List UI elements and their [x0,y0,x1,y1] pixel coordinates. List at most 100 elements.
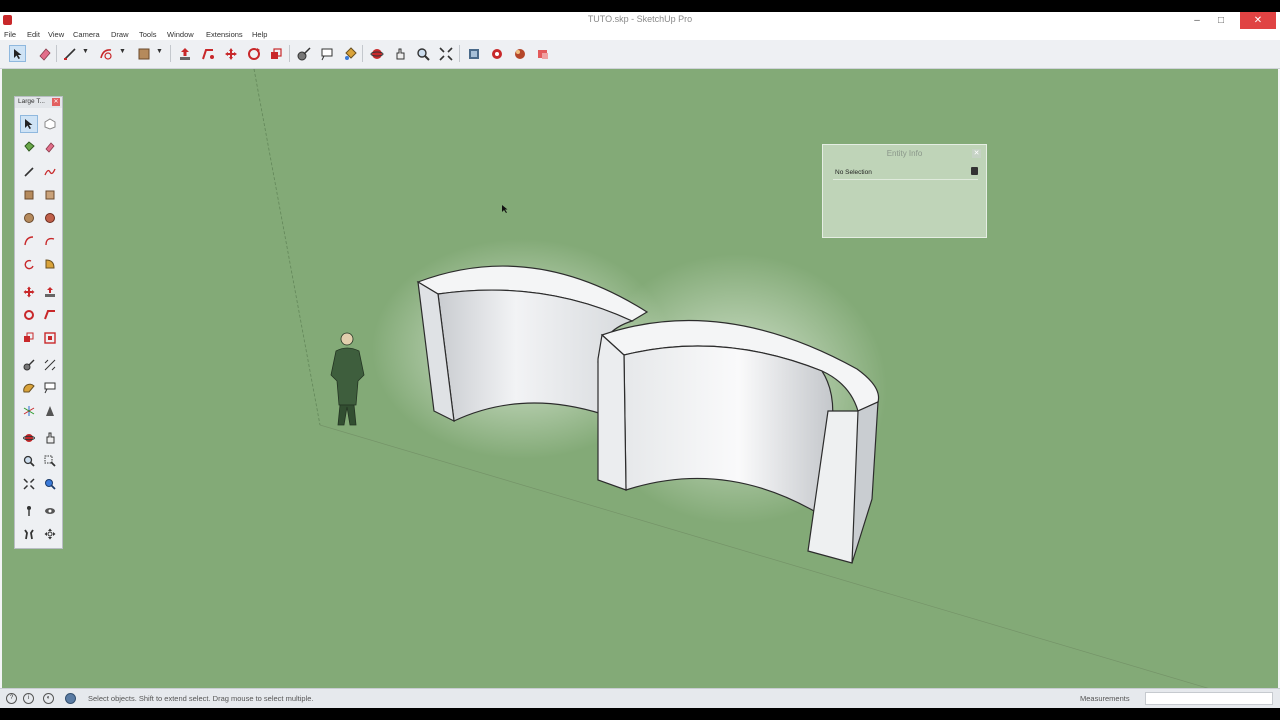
follow-me-icon[interactable] [41,306,59,324]
tape-measure-icon[interactable] [295,45,312,62]
right-arc-wall-left-end [597,333,627,491]
warehouse-icon[interactable] [465,45,482,62]
instructor-icon[interactable] [65,693,76,704]
main-toolbar: ▼ ▼ ▼ [0,40,1280,69]
zoom-icon[interactable] [414,45,431,62]
menu-view[interactable]: View [48,29,64,40]
menu-edit[interactable]: Edit [27,29,40,40]
circle-icon[interactable] [20,209,38,227]
geo-location-icon[interactable]: ? [6,693,17,704]
eraser-icon[interactable] [41,138,59,156]
polygon-icon[interactable] [41,209,59,227]
measurements-input[interactable] [1145,692,1273,705]
tape-measure-icon[interactable] [20,356,38,374]
eraser-icon[interactable] [36,45,53,62]
measurements-label: Measurements [1080,694,1130,703]
maximize-button[interactable]: □ [1210,12,1232,29]
zoom-extents-icon[interactable] [437,45,454,62]
green-axis-line [253,69,321,426]
scale-icon[interactable] [267,45,284,62]
paint-bucket-icon[interactable] [341,45,358,62]
walk-icon[interactable] [20,525,38,543]
palette-title: Large T... [18,98,45,105]
menu-help[interactable]: Help [252,29,267,40]
palette-header: Large T... ✕ [15,97,62,108]
select-icon[interactable] [9,45,26,62]
select-icon[interactable] [20,115,38,133]
layout-icon[interactable] [511,45,528,62]
status-bar: ? i ◐ Select objects. Shift to extend se… [0,688,1280,708]
push-pull-icon[interactable] [176,45,193,62]
mouse-cursor [502,205,508,213]
arc-icon[interactable] [20,232,38,250]
text-icon[interactable] [318,45,335,62]
menu-window[interactable]: Window [167,29,194,40]
rotate-icon[interactable] [20,306,38,324]
rectangle-dropdown-chevron-down-icon[interactable]: ▼ [156,48,163,55]
two-point-arc-icon[interactable] [41,232,59,250]
line-dropdown-chevron-down-icon[interactable]: ▼ [82,48,89,55]
rotate-icon[interactable] [245,45,262,62]
freehand-icon[interactable] [41,163,59,181]
menu-camera[interactable]: Camera [73,29,100,40]
paint-bucket-icon[interactable] [20,138,38,156]
look-around-icon[interactable] [41,502,59,520]
pie-icon[interactable] [41,255,59,273]
text-icon[interactable] [41,379,59,397]
pan-icon[interactable] [391,45,408,62]
pan-icon[interactable] [41,429,59,447]
menu-bar: File Edit View Camera Draw Tools Window … [0,29,1280,40]
section-plane-icon[interactable] [41,525,59,543]
menu-extensions[interactable]: Extensions [206,29,243,40]
status-hint: Select objects. Shift to extend select. … [88,694,314,703]
sketchup-window: TUTO.skp - SketchUp Pro – □ ✕ File Edit … [0,12,1280,708]
entity-info-title: Entity Info [886,149,923,158]
title-bar: TUTO.skp - SketchUp Pro – □ ✕ [0,12,1280,29]
follow-me-icon[interactable] [199,45,216,62]
entity-info-details-icon[interactable] [971,167,978,175]
zoom-icon[interactable] [20,452,38,470]
info-icon[interactable]: ◐ [43,693,54,704]
rectangle-icon[interactable] [135,45,152,62]
menu-file[interactable]: File [4,29,16,40]
move-icon[interactable] [222,45,239,62]
line-icon[interactable] [20,163,38,181]
orbit-icon[interactable] [20,429,38,447]
zoom-window-icon[interactable] [41,452,59,470]
style-icon[interactable] [534,45,551,62]
close-button[interactable]: ✕ [1240,12,1276,29]
position-camera-icon[interactable] [20,502,38,520]
zoom-extents-icon[interactable] [20,475,38,493]
extension-warehouse-icon[interactable] [488,45,505,62]
3d-scene [253,69,1209,688]
credits-icon[interactable]: i [23,693,34,704]
line-icon[interactable] [61,45,78,62]
rotated-rectangle-icon[interactable] [41,186,59,204]
model-viewport[interactable]: Large T... ✕ Entity Info ✕ No Selection [2,69,1278,688]
large-tool-set-palette: Large T... ✕ [14,96,63,549]
menu-tools[interactable]: Tools [139,29,157,40]
dimension-icon[interactable] [41,356,59,374]
move-icon[interactable] [20,283,38,301]
arc-icon[interactable] [97,45,114,62]
window-title: TUTO.skp - SketchUp Pro [587,14,693,24]
menu-draw[interactable]: Draw [111,29,129,40]
offset-icon[interactable] [41,329,59,347]
person-figure [330,332,365,426]
entity-info-panel: Entity Info ✕ No Selection [822,144,987,238]
rectangle-icon[interactable] [20,186,38,204]
palette-close-button[interactable]: ✕ [52,98,60,106]
axes-icon[interactable] [20,402,38,420]
scale-icon[interactable] [20,329,38,347]
minimize-button[interactable]: – [1186,12,1208,29]
protractor-icon[interactable] [20,379,38,397]
three-point-arc-icon[interactable] [20,255,38,273]
three-d-text-icon[interactable] [41,402,59,420]
arc-dropdown-chevron-down-icon[interactable]: ▼ [119,48,126,55]
entity-info-status: No Selection [835,169,872,176]
orbit-icon[interactable] [368,45,385,62]
make-component-icon[interactable] [41,115,59,133]
push-pull-icon[interactable] [41,283,59,301]
previous-view-icon[interactable] [41,475,59,493]
entity-info-close-button[interactable]: ✕ [972,149,981,158]
